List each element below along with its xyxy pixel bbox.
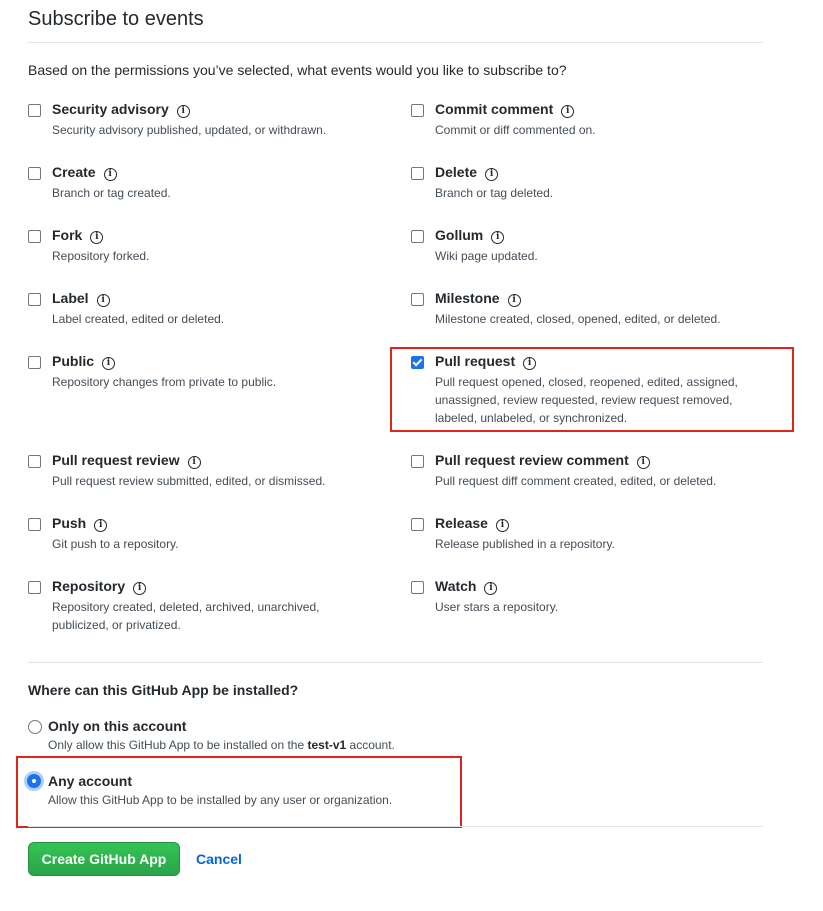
release-checkbox[interactable] <box>411 518 424 531</box>
page-title: Subscribe to events <box>28 8 204 30</box>
description-line: Repository created, deleted, archived, u… <box>52 600 320 614</box>
event-name: Milestone <box>435 290 500 306</box>
event-name: Commit comment <box>435 101 554 117</box>
event-name: Public <box>52 353 95 369</box>
info-icon[interactable]: i <box>484 582 498 595</box>
only-this-account-radio[interactable] <box>28 720 42 734</box>
info-icon[interactable]: i <box>491 231 505 244</box>
only-this-account-label[interactable]: Only on this account <box>48 718 186 734</box>
event-description: Repository changes from private to publi… <box>52 375 277 389</box>
public-checkbox[interactable] <box>28 356 41 369</box>
divider <box>28 662 763 663</box>
install-section-title: Where can this GitHub App be installed? <box>28 682 299 698</box>
cancel-button[interactable]: Cancel <box>196 851 242 867</box>
info-icon[interactable]: i <box>94 519 108 532</box>
info-icon[interactable]: i <box>96 294 110 307</box>
milestone-checkbox[interactable] <box>411 293 424 306</box>
description-line: unassigned, review requested, review req… <box>435 393 733 407</box>
event-name: Create <box>52 164 96 180</box>
any-account-radio[interactable] <box>27 774 41 788</box>
description-suffix: account. <box>349 738 395 752</box>
event-name: Push <box>52 515 87 531</box>
info-icon[interactable]: i <box>133 582 147 595</box>
info-icon[interactable]: i <box>90 231 104 244</box>
event-description: Commit or diff commented on. <box>435 123 596 137</box>
event-name: Delete <box>435 164 478 180</box>
event-name: Label <box>52 290 89 306</box>
subscribe-question: Based on the permissions you’ve selected… <box>28 62 567 78</box>
info-icon[interactable]: i <box>507 294 521 307</box>
account-name: test-v1 <box>307 738 347 752</box>
event-name: Repository <box>52 578 126 594</box>
description-line: labeled, unlabeled, or synchronized. <box>435 411 628 425</box>
info-icon[interactable]: i <box>103 168 117 181</box>
event-name: Pull request review <box>52 452 180 468</box>
label-checkbox[interactable] <box>28 293 41 306</box>
description-prefix: Only allow this GitHub App to be install… <box>48 738 305 752</box>
info-icon[interactable]: i <box>485 168 499 181</box>
create-github-app-button[interactable]: Create GitHub App <box>28 842 180 876</box>
event-description: Git push to a repository. <box>52 537 179 551</box>
fork-checkbox[interactable] <box>28 230 41 243</box>
event-description: Branch or tag created. <box>52 186 171 200</box>
description-line: publicized, or privatized. <box>52 618 181 632</box>
event-description: Pull request review submitted, edited, o… <box>52 474 326 488</box>
info-icon[interactable]: i <box>187 456 201 469</box>
info-icon[interactable]: i <box>636 456 650 469</box>
event-description: Security advisory published, updated, or… <box>52 123 327 137</box>
pull-request-review-comment-checkbox[interactable] <box>411 455 424 468</box>
any-account-label[interactable]: Any account <box>48 773 132 789</box>
info-icon[interactable]: i <box>523 357 537 370</box>
event-description: Repository forked. <box>52 249 150 263</box>
description-line: Pull request opened, closed, reopened, e… <box>435 375 738 389</box>
event-description: Branch or tag deleted. <box>435 186 554 200</box>
event-description: Repository created, deleted, archived, u… <box>52 598 320 634</box>
info-icon[interactable]: i <box>102 357 116 370</box>
event-description: Wiki page updated. <box>435 249 538 263</box>
delete-checkbox[interactable] <box>411 167 424 180</box>
highlight-box <box>16 756 462 828</box>
info-icon[interactable]: i <box>176 105 190 118</box>
pull-request-review-checkbox[interactable] <box>28 455 41 468</box>
event-description: User stars a repository. <box>435 600 559 614</box>
create-checkbox[interactable] <box>28 167 41 180</box>
event-name: Gollum <box>435 227 484 243</box>
repository-checkbox[interactable] <box>28 581 41 594</box>
event-name: Pull request <box>435 353 516 369</box>
only-this-account-description: Only allow this GitHub App to be install… <box>48 738 395 752</box>
event-description: Pull request diff comment created, edite… <box>435 474 717 488</box>
push-checkbox[interactable] <box>28 518 41 531</box>
info-icon[interactable]: i <box>561 105 575 118</box>
pull-request-checkbox[interactable] <box>411 356 424 369</box>
event-description: Release published in a repository. <box>435 537 615 551</box>
divider <box>28 826 763 827</box>
event-name: Security advisory <box>52 101 169 117</box>
commit-comment-checkbox[interactable] <box>411 104 424 117</box>
event-name: Pull request review comment <box>435 452 629 468</box>
info-icon[interactable]: i <box>495 519 509 532</box>
event-description: Pull request opened, closed, reopened, e… <box>435 373 738 427</box>
security-advisory-checkbox[interactable] <box>28 104 41 117</box>
event-name: Release <box>435 515 488 531</box>
any-account-description: Allow this GitHub App to be installed by… <box>48 793 393 807</box>
watch-checkbox[interactable] <box>411 581 424 594</box>
event-name: Watch <box>435 578 477 594</box>
event-name: Fork <box>52 227 83 243</box>
gollum-checkbox[interactable] <box>411 230 424 243</box>
event-description: Milestone created, closed, opened, edite… <box>435 312 721 326</box>
event-description: Label created, edited or deleted. <box>52 312 225 326</box>
divider <box>28 42 763 43</box>
